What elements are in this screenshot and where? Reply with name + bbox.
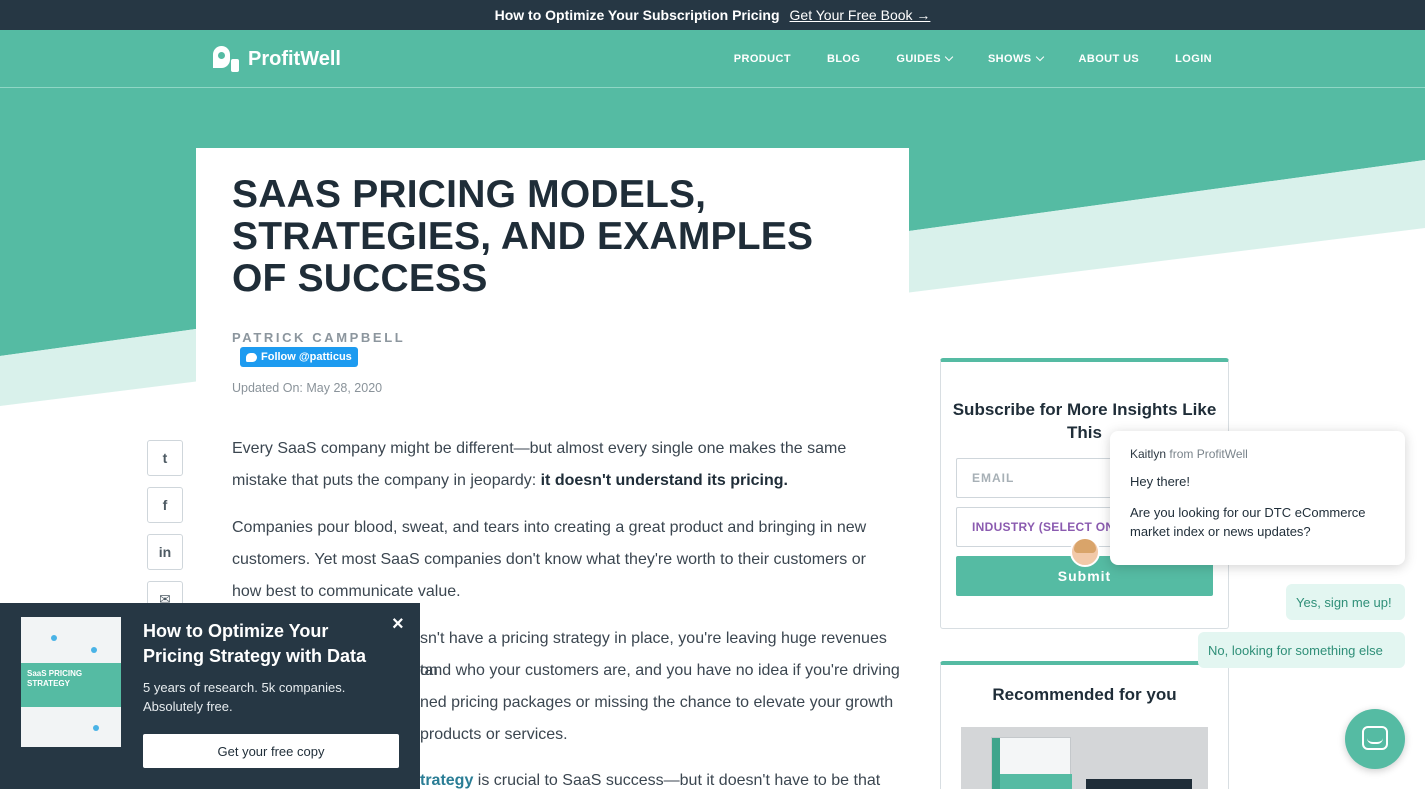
ebook-cover	[991, 737, 1072, 789]
promo-link[interactable]: Get Your Free Book →	[790, 7, 931, 23]
paragraph-text: is crucial to SaaS success—but it doesn'…	[473, 772, 881, 789]
download-banner	[1086, 779, 1192, 789]
agent-avatar	[1070, 537, 1100, 567]
chat-from: from ProfitWell	[1166, 447, 1248, 461]
paragraph-3-line: ned pricing packages or missing the chan…	[420, 694, 894, 711]
chevron-down-icon	[1035, 52, 1044, 62]
author-name[interactable]: PATRICK CAMPBELL	[232, 330, 405, 345]
nav-item-shows[interactable]: SHOWS	[987, 52, 1044, 65]
promo-headline: How to Optimize Your Subscription Pricin…	[494, 7, 780, 23]
chat-message-bubble: Kaitlyn from ProfitWell Hey there! Are y…	[1110, 431, 1405, 565]
facebook-icon: f	[162, 497, 168, 513]
ebook-cover-image: SaaS PRICING STRATEGY	[21, 617, 121, 747]
follow-label: Follow @patticus	[261, 351, 352, 363]
nav-item-login[interactable]: LOGIN	[1175, 53, 1212, 65]
nav-label: LOGIN	[1175, 53, 1212, 65]
paragraph-3-line: tand who your customers are, and you hav…	[420, 662, 900, 679]
logo[interactable]: ProfitWell	[213, 46, 341, 73]
nav-links: PRODUCT BLOG GUIDES SHOWS ABOUT US LOGIN	[734, 30, 1212, 88]
popup-headline: How to Optimize Your Pricing Strategy wi…	[143, 621, 367, 666]
recommended-title: Recommended for you	[992, 685, 1177, 704]
share-linkedin-button[interactable]: in	[147, 534, 183, 570]
chat-launcher-button[interactable]	[1345, 709, 1405, 769]
chat-question: Are you looking for our DTC eCommerce ma…	[1130, 505, 1366, 539]
chevron-down-icon	[944, 52, 954, 62]
paragraph-4: trategy is crucial to SaaS success—but i…	[420, 765, 900, 789]
nav-item-about[interactable]: ABOUT US	[1079, 53, 1140, 65]
popup-subtext: 5 years of research. 5k companies. Absol…	[143, 680, 346, 714]
nav-label: ABOUT US	[1078, 53, 1140, 65]
ebook-popup: × SaaS PRICING STRATEGY How to Optimize …	[0, 603, 420, 789]
twitter-icon: t	[162, 450, 168, 466]
nav-label: BLOG	[826, 53, 861, 65]
nav-item-product[interactable]: PRODUCT	[734, 53, 791, 65]
chat-reply-no-button[interactable]: No, looking for something else	[1198, 632, 1405, 668]
nav-label: SHOWS	[987, 53, 1032, 65]
get-free-copy-button[interactable]: Get your free copy	[143, 734, 399, 768]
share-twitter-button[interactable]: t	[147, 440, 183, 476]
article-link[interactable]: trategy	[420, 772, 473, 789]
twitter-bird-icon	[246, 352, 257, 362]
promo-bar: How to Optimize Your Subscription Pricin…	[0, 0, 1425, 30]
brand-name: ProfitWell	[248, 48, 341, 70]
page-title: SAAS PRICING MODELS, STRATEGIES, AND EXA…	[232, 173, 814, 300]
nav-label: PRODUCT	[733, 53, 791, 65]
twitter-follow-button[interactable]: Follow @patticus	[240, 347, 358, 367]
chat-reply-yes-button[interactable]: Yes, sign me up!	[1286, 584, 1405, 620]
paragraph-bold: it doesn't understand its pricing.	[540, 472, 788, 489]
recommended-ebook-image[interactable]	[961, 727, 1208, 789]
nav-item-blog[interactable]: BLOG	[827, 53, 860, 65]
updated-date: Updated On: May 28, 2020	[232, 381, 383, 395]
main-nav: ProfitWell PRODUCT BLOG GUIDES SHOWS ABO…	[0, 30, 1425, 88]
linkedin-icon: in	[158, 544, 172, 560]
profitwell-logo-icon	[213, 46, 240, 73]
nav-label: GUIDES	[896, 53, 941, 65]
chat-sender: Kaitlyn from ProfitWell	[1130, 447, 1248, 461]
paragraph-2: Companies pour blood, sweat, and tears i…	[232, 519, 867, 600]
nav-item-guides[interactable]: GUIDES	[896, 52, 954, 65]
share-facebook-button[interactable]: f	[147, 487, 183, 523]
close-icon[interactable]: ×	[392, 613, 404, 636]
chat-greeting: Hey there!	[1130, 474, 1190, 489]
recommended-widget: Recommended for you	[940, 661, 1229, 789]
cover-title: SaaS PRICING STRATEGY	[27, 669, 83, 688]
paragraph-1: Every SaaS company might be different—bu…	[232, 433, 896, 497]
paragraph-3-line: products or services.	[420, 726, 568, 743]
chat-agent-name: Kaitlyn	[1130, 447, 1167, 461]
